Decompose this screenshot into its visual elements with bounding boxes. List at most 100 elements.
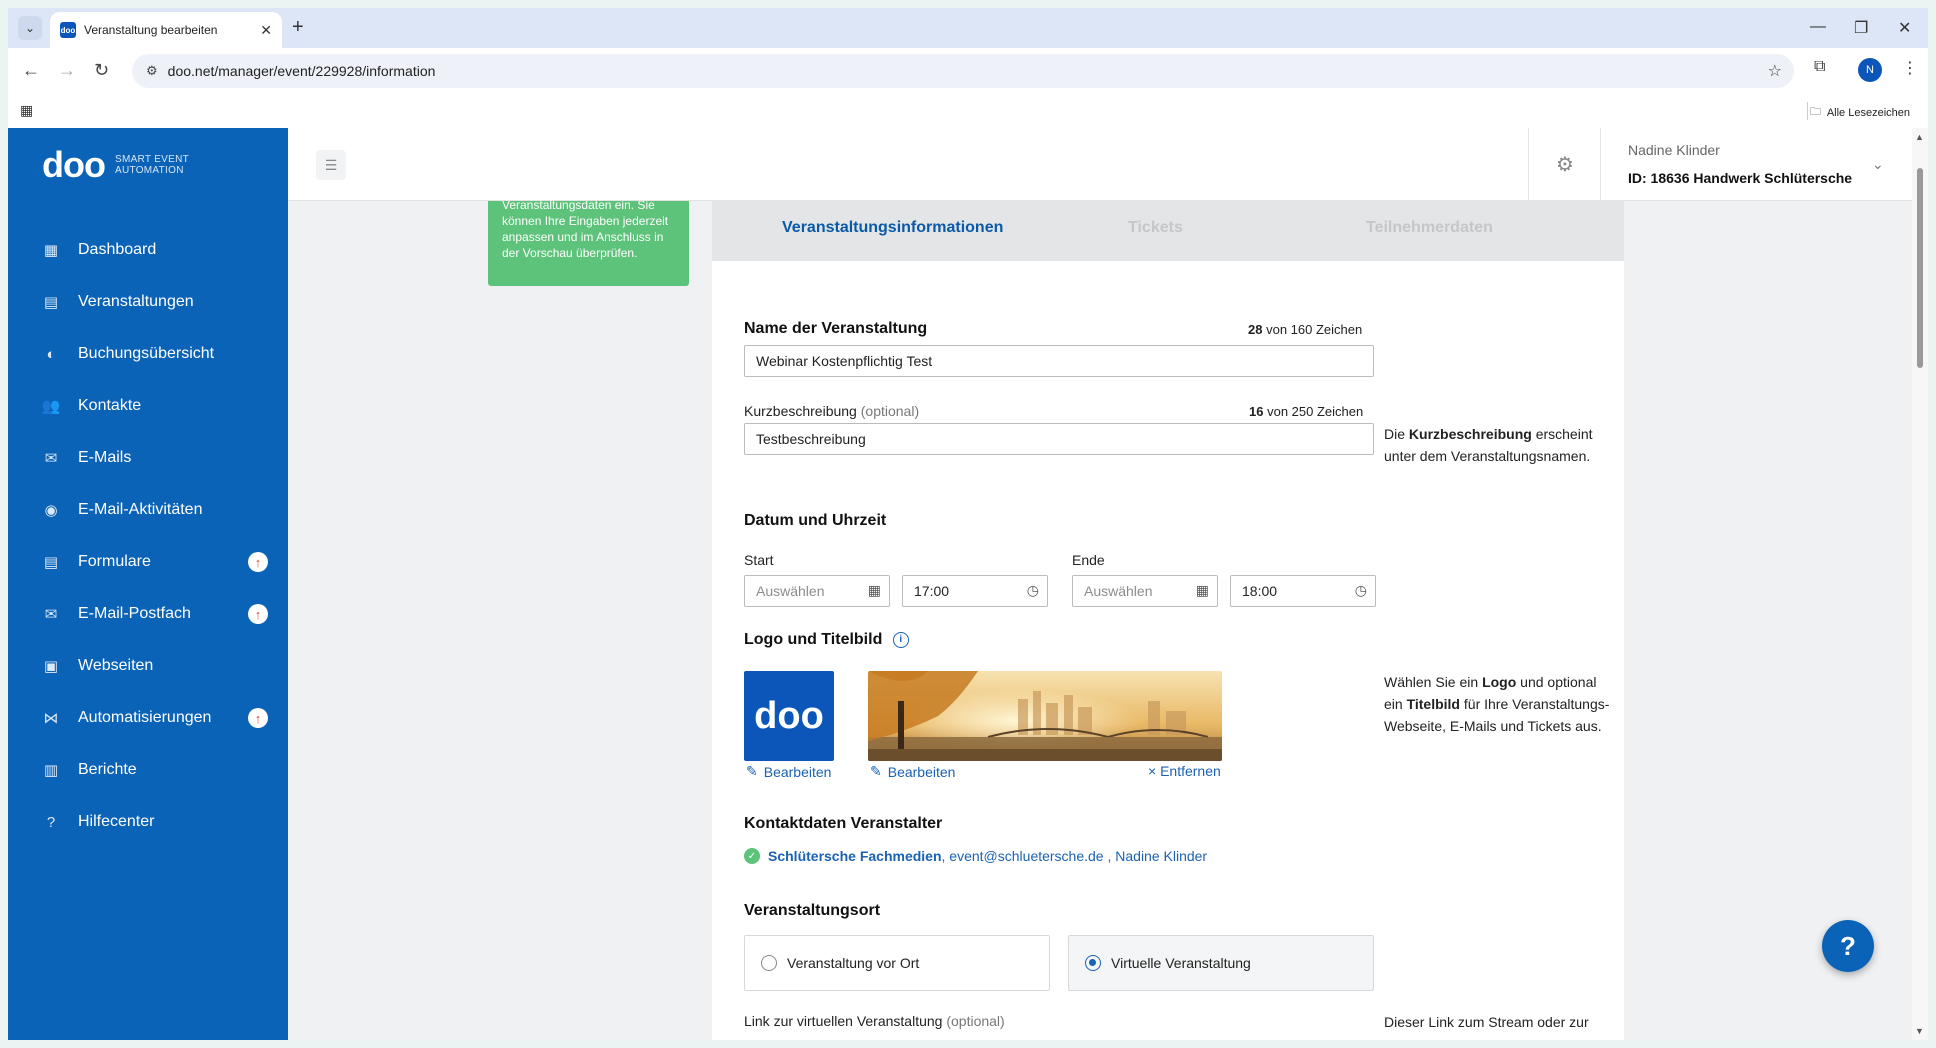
sidebar-item-label: Kontakte [78,397,142,414]
chevron-down-icon[interactable]: ⌄ [1872,156,1884,173]
doo-logo[interactable]: doo SMART EVENT AUTOMATION [42,144,189,186]
name-char-counter: 28 von 160 Zeichen [1248,322,1363,337]
dashboard-icon: ▦ [43,242,59,259]
sidebar-item-dashboard[interactable]: ▦ Dashboard [8,224,288,276]
virtual-link-note: Dieser Link zum Stream oder zur [1384,1014,1589,1030]
calendar-icon: ▦ [1195,582,1209,598]
clock-icon: ◷ [1026,582,1039,598]
apps-grid-icon[interactable]: ▦ [20,102,33,119]
event-name-input[interactable]: Webinar Kostenpflichtig Test [744,345,1374,377]
step-tickets[interactable]: Tickets [1128,219,1183,237]
end-label: Ende [1072,552,1105,568]
sidebar-item-label: Hilfecenter [78,813,155,830]
window-close-icon[interactable]: ✕ [1898,18,1911,38]
logo-word: doo [42,144,106,185]
sidebar-item-e-mail-aktivitäten[interactable]: ◉ E-Mail-Aktivitäten [8,484,288,536]
sidebar-item-webseiten[interactable]: ▣ Webseiten [8,640,288,692]
address-bar[interactable]: ⚙ doo.net/manager/event/229928/informati… [132,54,1794,88]
upgrade-badge-icon: ↑ [248,604,268,624]
header-divider [1600,128,1601,201]
organizer-contact[interactable]: ✓ Schlütersche Fachmedien, event@schluet… [744,848,1207,864]
end-time-value: 18:00 [1242,583,1278,599]
start-time-value: 17:00 [914,583,950,599]
event-title-image[interactable] [868,671,1222,761]
remove-title-image-link[interactable]: × Entfernen [1148,763,1221,779]
start-time-picker[interactable]: 17:00 ◷ [902,575,1048,607]
forms-icon: ▤ [43,554,59,571]
help-button[interactable]: ? [1822,920,1874,972]
short-description-input[interactable]: Testbeschreibung [744,423,1374,455]
clock-icon: ◷ [1354,582,1367,598]
extensions-icon[interactable]: ⧉ [1814,58,1825,76]
browser-menu-icon[interactable]: ⋮ [1902,58,1918,78]
browser-tab[interactable]: doo Veranstaltung bearbeiten ✕ [50,12,282,48]
page-scrollbar[interactable]: ▲ ▼ [1912,128,1928,1040]
sidebar-item-automatisierungen[interactable]: ⋈ Automatisierungen ↑ [8,692,288,744]
end-date-placeholder: Auswählen [1084,583,1153,599]
activity-icon: ◉ [44,502,58,519]
end-time-picker[interactable]: 18:00 ◷ [1230,575,1376,607]
scroll-thumb[interactable] [1917,168,1923,368]
restore-icon[interactable]: ❐ [1854,18,1868,38]
sidebar-item-label: Webseiten [78,657,154,674]
settings-gear-icon[interactable]: ⚙ [1556,152,1574,177]
forward-icon[interactable]: → [58,60,76,81]
tab-search-button[interactable]: ⌄ [18,16,42,40]
pencil-icon: ✎ [746,763,758,779]
start-date-picker[interactable]: Auswählen ▦ [744,575,890,607]
profile-avatar[interactable]: N [1858,58,1882,82]
collapse-sidebar-button[interactable]: ☰ [316,150,346,180]
sidebar-item-e-mails[interactable]: ✉ E-Mails [8,432,288,484]
account-id[interactable]: ID: 18636 Handwerk Schlütersche [1628,170,1852,186]
tab-close-icon[interactable]: ✕ [260,22,272,39]
doo-favicon-icon: doo [60,22,76,38]
folder-icon: 🗀 [1809,106,1821,118]
minimize-icon[interactable]: — [1810,18,1826,36]
sidebar-item-buchungsübersicht[interactable]: ◐ Buchungsübersicht [8,328,288,380]
site-settings-icon[interactable]: ⚙ [146,63,158,79]
new-tab-button[interactable]: + [292,16,304,39]
user-name[interactable]: Nadine Klinder [1628,142,1720,158]
radio-virtual[interactable] [1085,955,1101,971]
step-participants[interactable]: Teilnehmerdaten [1366,219,1493,237]
end-date-picker[interactable]: Auswählen ▦ [1072,575,1218,607]
event-logo-image[interactable]: doo [744,671,834,761]
reports-icon: ▥ [43,762,59,779]
reload-icon[interactable]: ↻ [94,60,109,81]
sidebar-item-veranstaltungen[interactable]: ▤ Veranstaltungen [8,276,288,328]
check-icon: ✓ [744,848,760,864]
all-bookmarks-button[interactable]: 🗀 Alle Lesezeichen [1810,103,1910,122]
contact-heading: Kontaktdaten Veranstalter [744,815,943,832]
sidebar-item-label: Veranstaltungen [78,293,194,310]
scroll-up-icon[interactable]: ▲ [1915,132,1924,142]
upgrade-badge-icon: ↑ [248,552,268,572]
tab-title: Veranstaltung bearbeiten [84,23,218,37]
sidebar-item-kontakte[interactable]: 👥 Kontakte [8,380,288,432]
logo-tagline: SMART EVENT AUTOMATION [114,154,190,176]
mail-icon: ✉ [44,450,58,467]
edit-title-image-link[interactable]: ✎ Bearbeiten [870,763,955,780]
sidebar-item-label: Berichte [78,761,137,778]
help-icon: ? [46,813,56,831]
step-event-info[interactable]: Veranstaltungsinformationen [782,219,1003,237]
radio-onsite[interactable] [761,955,777,971]
browser-tabbar: ⌄ doo Veranstaltung bearbeiten ✕ + — ❐ ✕ [8,8,1928,48]
app-header: ☰ ⚙ Nadine Klinder ID: 18636 Handwerk Sc… [288,128,1912,201]
sidebar-item-e-mail-postfach[interactable]: ✉ E-Mail-Postfach ↑ [8,588,288,640]
hint-card: Veranstaltungsdaten ein. Sie können Ihre… [488,201,689,286]
scroll-down-icon[interactable]: ▼ [1915,1026,1924,1036]
sidebar-item-berichte[interactable]: ▥ Berichte [8,744,288,796]
sidebar-item-hilfecenter[interactable]: ? Hilfecenter [8,796,288,848]
wizard-steps: Veranstaltungsinformationen Tickets Teil… [712,201,1624,261]
sidebar-item-formulare[interactable]: ▤ Formulare ↑ [8,536,288,588]
upgrade-badge-icon: ↑ [248,708,268,728]
bookmark-star-icon[interactable]: ☆ [1768,61,1782,81]
back-icon[interactable]: ← [22,60,40,81]
header-divider [1528,128,1529,201]
calendar-icon: ▤ [43,294,59,311]
location-virtual-option[interactable]: Virtuelle Veranstaltung [1068,935,1374,991]
edit-logo-link[interactable]: ✎ Bearbeiten [746,763,831,780]
info-icon[interactable]: i [892,631,909,648]
all-bookmarks-label: Alle Lesezeichen [1826,106,1910,119]
location-onsite-option[interactable]: Veranstaltung vor Ort [744,935,1050,991]
